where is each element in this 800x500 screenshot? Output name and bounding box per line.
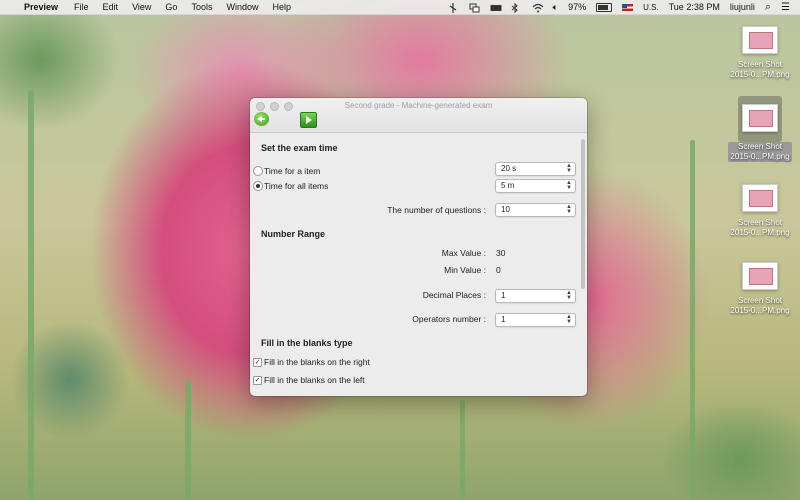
spotlight-search-icon[interactable]: ⌕: [765, 1, 771, 14]
bluetooth-icon[interactable]: [511, 2, 522, 13]
desktop-file[interactable]: Screen Shot 2015-0...PM.png: [722, 180, 798, 238]
decimal-places-select[interactable]: 1 ▲ ▼: [495, 289, 576, 303]
time-all-items-value: 5 m: [501, 181, 515, 190]
back-arrow-icon[interactable]: [254, 112, 269, 126]
background-stem: [690, 140, 695, 500]
chevron-updown-icon: ▲ ▼: [566, 163, 572, 174]
exam-time-heading: Set the exam time: [261, 143, 338, 153]
operators-number-value: 1: [501, 315, 506, 324]
decimal-places-value: 1: [501, 291, 506, 300]
desktop-file[interactable]: Screen Shot 2015-0...PM.png: [722, 258, 798, 316]
time-all-items-radio[interactable]: [253, 181, 263, 191]
window-title: Second grade - Machine-generated exam: [344, 101, 493, 110]
start-play-icon[interactable]: [300, 112, 317, 128]
vertical-scrollbar[interactable]: [581, 139, 585, 289]
menu-bar: Preview File Edit View Go Tools Window H…: [0, 0, 800, 15]
time-all-items-label: Time for all items: [264, 181, 329, 191]
question-count-select[interactable]: 10 ▲ ▼: [495, 203, 576, 217]
volume-icon[interactable]: 🔈︎: [553, 2, 558, 13]
desktop-file-label: Screen Shot 2015-0...PM.png: [730, 218, 790, 237]
menu-app-name[interactable]: Preview: [24, 2, 58, 12]
wifi-icon[interactable]: [532, 3, 544, 12]
menu-tools[interactable]: Tools: [191, 2, 212, 12]
desktop-file[interactable]: Screen Shot 2015-0...PM.png: [722, 22, 798, 80]
battery-percent: 97%: [568, 2, 587, 12]
blanks-right-checkbox[interactable]: ✓: [253, 358, 262, 367]
min-value-label: Min Value :: [444, 265, 486, 275]
menu-go[interactable]: Go: [165, 2, 177, 12]
blanks-type-heading: Fill in the blanks type: [261, 338, 353, 348]
us-flag-icon[interactable]: [622, 3, 634, 11]
blanks-right-label: Fill in the blanks on the right: [264, 357, 370, 367]
menu-clock[interactable]: Tue 2:38 PM: [669, 2, 720, 12]
time-per-item-radio[interactable]: [253, 166, 263, 176]
chevron-updown-icon: ▲ ▼: [566, 314, 572, 325]
decimal-places-label: Decimal Places :: [422, 290, 486, 300]
desktop-file-label: Screen Shot 2015-0...PM.png: [730, 296, 790, 315]
operators-number-label: Operators number :: [412, 314, 486, 324]
battery-icon[interactable]: [596, 2, 613, 12]
blanks-left-checkbox[interactable]: ✓: [253, 376, 262, 385]
time-per-item-select[interactable]: 20 s ▲ ▼: [495, 162, 576, 176]
menu-edit[interactable]: Edit: [103, 2, 119, 12]
time-per-item-value: 20 s: [501, 164, 517, 173]
pen-icon[interactable]: [448, 2, 459, 13]
window-titlebar[interactable]: Second grade - Machine-generated exam: [250, 98, 587, 133]
time-per-item-label: Time for a item: [264, 166, 321, 176]
background-stem: [28, 90, 34, 500]
question-count-value: 10: [501, 205, 510, 214]
min-value[interactable]: 0: [496, 265, 501, 275]
keyboard-icon[interactable]: [490, 3, 502, 12]
desktop-file-label: Screen Shot 2015-0...PM.png: [730, 60, 790, 79]
exam-settings-window: Second grade - Machine-generated exam Se…: [250, 98, 587, 396]
input-source-label[interactable]: U.S.: [643, 3, 659, 12]
file-thumbnail-icon: [742, 26, 778, 54]
background-stem: [185, 380, 191, 500]
question-count-label: The number of questions :: [387, 205, 486, 215]
chevron-updown-icon: ▲ ▼: [566, 180, 572, 191]
menu-window[interactable]: Window: [226, 2, 258, 12]
max-value[interactable]: 30: [496, 248, 505, 258]
background-stem: [460, 400, 465, 500]
chevron-updown-icon: ▲ ▼: [566, 290, 572, 301]
file-thumbnail-icon: [742, 184, 778, 212]
operators-number-select[interactable]: 1 ▲ ▼: [495, 313, 576, 327]
number-range-heading: Number Range: [261, 229, 326, 239]
menu-view[interactable]: View: [132, 2, 151, 12]
blanks-left-label: Fill in the blanks on the left: [264, 375, 365, 385]
menu-user[interactable]: liujunli: [730, 2, 755, 12]
screens-icon[interactable]: [469, 3, 480, 12]
menu-file[interactable]: File: [74, 2, 89, 12]
settings-panel: Set the exam time Time for a item 20 s ▲…: [250, 133, 587, 396]
desktop-file-label: Screen Shot 2015-0...PM.png: [728, 142, 792, 162]
status-area: 🔈︎ 97% U.S. Tue 2:38 PM liujunli ⌕ ☰: [448, 1, 790, 14]
notification-center-icon[interactable]: ☰: [781, 2, 790, 13]
menu-help[interactable]: Help: [272, 2, 291, 12]
desktop-file[interactable]: Screen Shot 2015-0...PM.png: [722, 96, 798, 164]
max-value-label: Max Value :: [441, 248, 486, 258]
file-thumbnail-icon: [742, 262, 778, 290]
chevron-updown-icon: ▲ ▼: [566, 204, 572, 215]
file-thumbnail-icon: [742, 104, 778, 132]
time-all-items-select[interactable]: 5 m ▲ ▼: [495, 179, 576, 193]
